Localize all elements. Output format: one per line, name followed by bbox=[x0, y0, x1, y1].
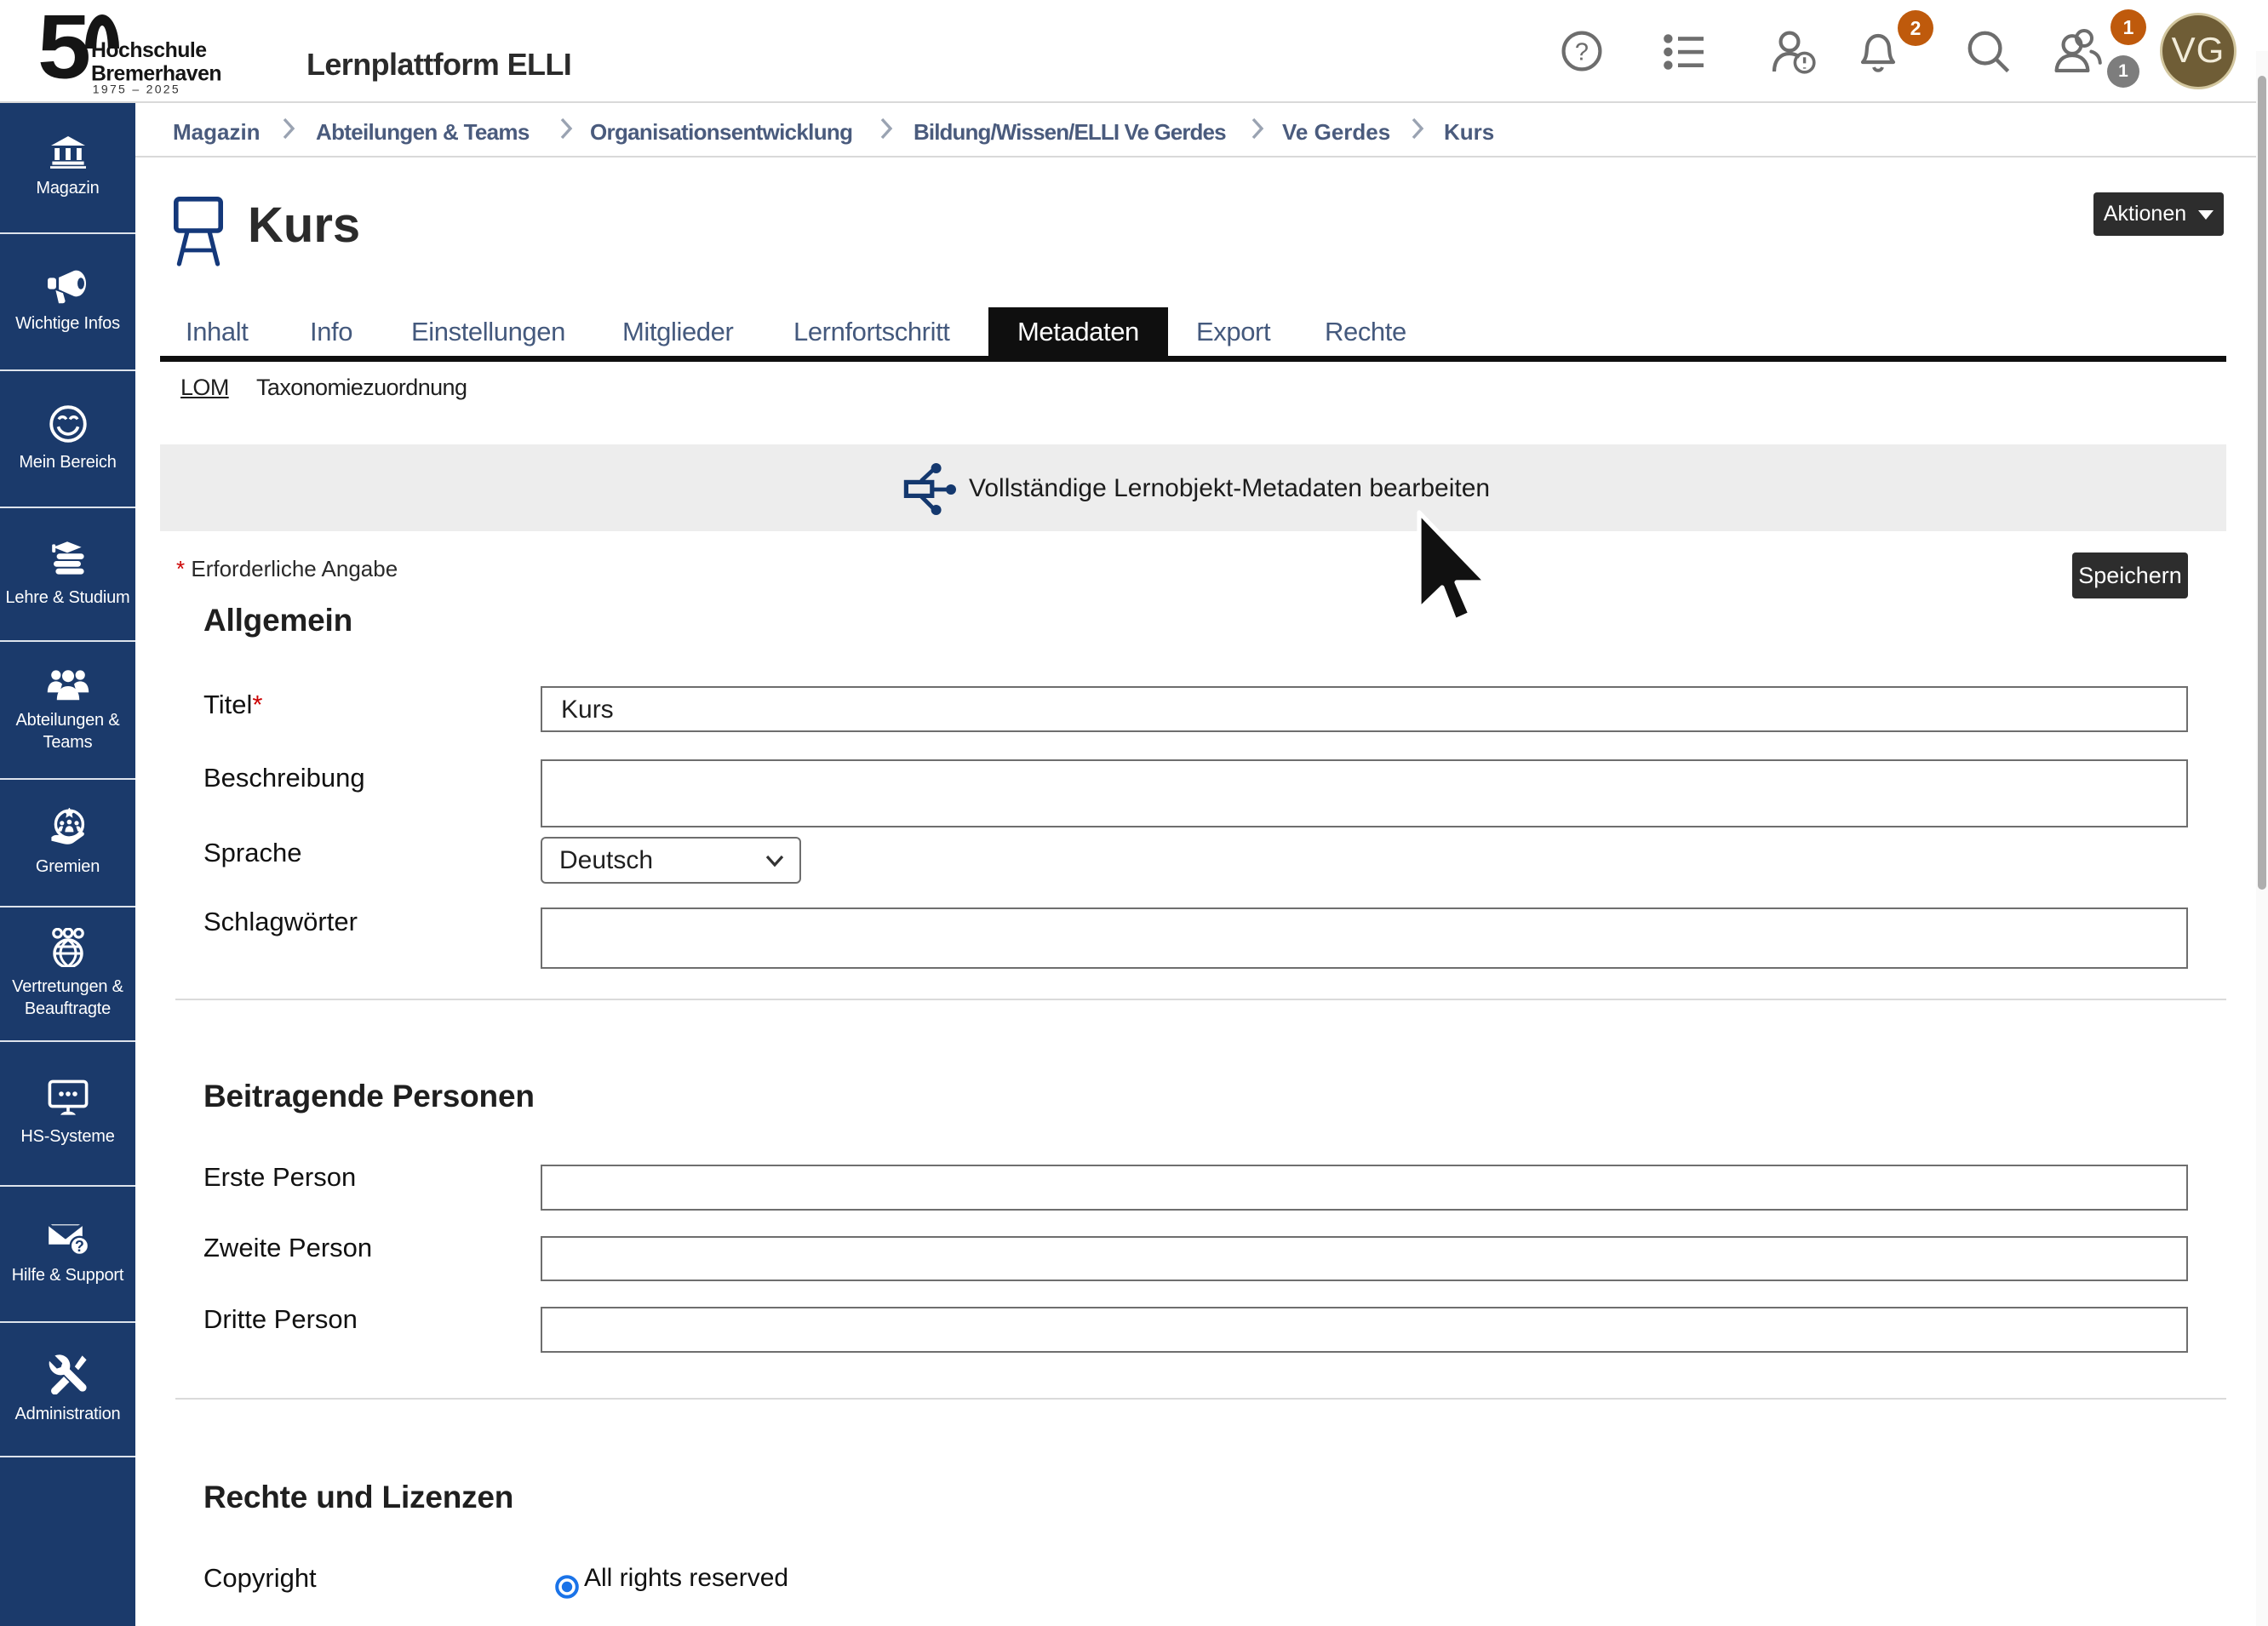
svg-text:Hochschule: Hochschule bbox=[91, 39, 207, 62]
svg-text:?: ? bbox=[74, 1238, 83, 1255]
svg-text:?: ? bbox=[1575, 39, 1589, 66]
svg-text:1975 – 2025: 1975 – 2025 bbox=[93, 83, 180, 96]
svg-text:5: 5 bbox=[37, 3, 91, 98]
